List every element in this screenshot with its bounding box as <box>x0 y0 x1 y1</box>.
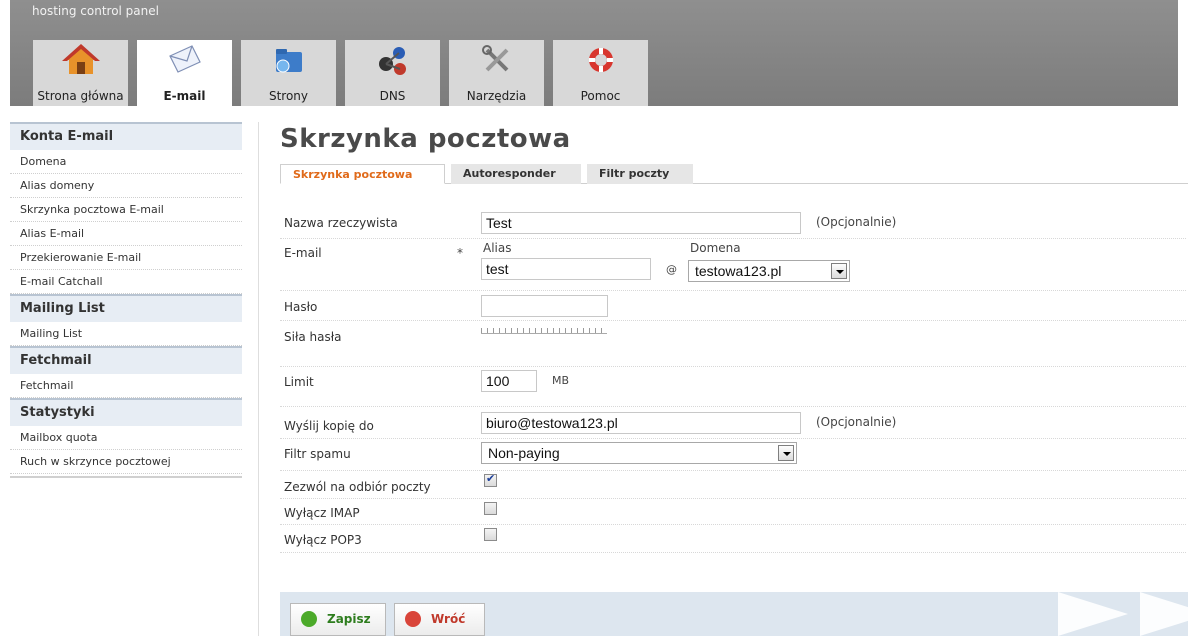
domain-select[interactable]: testowa123.pl <box>688 260 850 282</box>
tab-label: Narzędzia <box>466 89 527 103</box>
disable-pop3-label: Wyłącz POP3 <box>284 533 362 547</box>
tab-label: Strona główna <box>37 89 124 103</box>
row-divider <box>280 498 1186 499</box>
tab-pomoc[interactable]: Pomoc <box>553 40 648 106</box>
alias-label: Alias <box>483 241 512 255</box>
sidebar-item-alias-domeny[interactable]: Alias domeny <box>10 174 242 198</box>
sidebar-item-fetchmail[interactable]: Fetchmail <box>10 374 242 398</box>
sidebar-item-alias-email[interactable]: Alias E-mail <box>10 222 242 246</box>
sidebar-heading-statystyki: Statystyki <box>10 398 242 426</box>
top-banner: hosting control panel Strona główna E-ma… <box>10 0 1178 106</box>
sidebar-item-mailbox-quota[interactable]: Mailbox quota <box>10 426 242 450</box>
save-button-label: Zapisz <box>327 612 371 626</box>
disable-imap-checkbox[interactable] <box>484 502 497 515</box>
network-icon <box>378 47 406 75</box>
envelope-icon <box>168 45 201 73</box>
folder-globe-icon <box>275 49 302 73</box>
tab-label: DNS <box>379 89 406 103</box>
decorative-chevron <box>1058 592 1128 636</box>
check-icon <box>301 611 317 627</box>
alias-input[interactable]: test <box>481 258 651 280</box>
sidebar-item-przekierowanie[interactable]: Przekierowanie E-mail <box>10 246 242 270</box>
limit-input[interactable]: 100 <box>481 370 537 392</box>
tab-label: Strony <box>268 89 309 103</box>
tab-strona-glowna[interactable]: Strona główna <box>33 40 128 106</box>
limit-unit: MB <box>552 374 570 387</box>
real-name-optional-hint: (Opcjonalnie) <box>816 215 897 229</box>
row-divider <box>280 438 1186 439</box>
sidebar: Konta E-mail Domena Alias domeny Skrzynk… <box>10 122 242 478</box>
domain-select-value: testowa123.pl <box>695 263 782 279</box>
row-divider <box>280 406 1186 407</box>
row-divider <box>280 470 1186 471</box>
page-title: Skrzynka pocztowa <box>280 124 571 154</box>
password-label: Hasło <box>284 300 318 314</box>
tab-filtr-poczty[interactable]: Filtr poczty <box>587 164 693 184</box>
tab-email[interactable]: E-mail <box>137 40 232 106</box>
password-strength-meter <box>481 328 607 334</box>
row-divider <box>280 552 1186 553</box>
disable-imap-label: Wyłącz IMAP <box>284 506 360 520</box>
row-divider <box>280 238 1186 239</box>
sidebar-item-domena[interactable]: Domena <box>10 150 242 174</box>
sidebar-item-ruch[interactable]: Ruch w skrzynce pocztowej <box>10 450 242 474</box>
decorative-chevron <box>1140 592 1188 636</box>
tab-autoresponder[interactable]: Autoresponder <box>451 164 581 184</box>
send-copy-input[interactable]: biuro@testowa123.pl <box>481 412 801 434</box>
row-divider <box>280 366 1186 367</box>
limit-label: Limit <box>284 375 314 389</box>
spam-filter-label: Filtr spamu <box>284 447 351 461</box>
tab-narzedzia[interactable]: Narzędzia <box>449 40 544 106</box>
email-label: E-mail <box>284 246 322 260</box>
sidebar-heading-mailing-list: Mailing List <box>10 294 242 322</box>
tab-strony[interactable]: Strony <box>241 40 336 106</box>
tab-label: Pomoc <box>580 89 621 103</box>
lifebuoy-icon <box>588 48 613 72</box>
receive-mail-label: Zezwól na odbiór poczty <box>284 480 431 494</box>
tab-skrzynka-pocztowa[interactable]: Skrzynka pocztowa <box>280 164 445 184</box>
sidebar-heading-konta-email: Konta E-mail <box>10 122 242 150</box>
real-name-input[interactable]: Test <box>481 212 801 234</box>
tools-icon <box>481 45 508 72</box>
receive-mail-checkbox[interactable] <box>484 472 497 487</box>
spam-filter-value: Non-paying <box>488 445 560 461</box>
tab-dns[interactable]: DNS <box>345 40 440 106</box>
chevron-down-icon <box>778 445 794 461</box>
disable-pop3-checkbox[interactable] <box>484 528 497 541</box>
send-copy-label: Wyślij kopię do <box>284 419 374 433</box>
real-name-label: Nazwa rzeczywista <box>284 216 398 230</box>
spam-filter-select[interactable]: Non-paying <box>481 442 797 464</box>
sidebar-divider <box>258 122 259 636</box>
sidebar-heading-fetchmail: Fetchmail <box>10 346 242 374</box>
app-title: hosting control panel <box>32 4 159 18</box>
save-button[interactable]: Zapisz <box>290 603 386 636</box>
back-button[interactable]: Wróć <box>394 603 485 636</box>
home-icon <box>61 44 100 74</box>
row-divider <box>280 320 1186 321</box>
close-icon <box>405 611 421 627</box>
row-divider <box>280 524 1186 525</box>
password-input[interactable] <box>481 295 608 317</box>
sidebar-item-skrzynka-pocztowa[interactable]: Skrzynka pocztowa E-mail <box>10 198 242 222</box>
sidebar-item-catchall[interactable]: E-mail Catchall <box>10 270 242 294</box>
required-mark: * <box>457 246 463 260</box>
back-button-label: Wróć <box>431 612 466 626</box>
password-strength-label: Siła hasła <box>284 330 342 344</box>
sidebar-item-mailing-list[interactable]: Mailing List <box>10 322 242 346</box>
send-copy-optional-hint: (Opcjonalnie) <box>816 415 897 429</box>
row-divider <box>280 290 1186 291</box>
sidebar-end-divider <box>10 474 242 478</box>
content-tabs: Skrzynka pocztowa Autoresponder Filtr po… <box>280 164 1188 184</box>
chevron-down-icon <box>831 263 847 279</box>
tab-label: E-mail <box>163 89 206 103</box>
at-sign: @ <box>666 263 677 276</box>
domain-label: Domena <box>690 241 741 255</box>
